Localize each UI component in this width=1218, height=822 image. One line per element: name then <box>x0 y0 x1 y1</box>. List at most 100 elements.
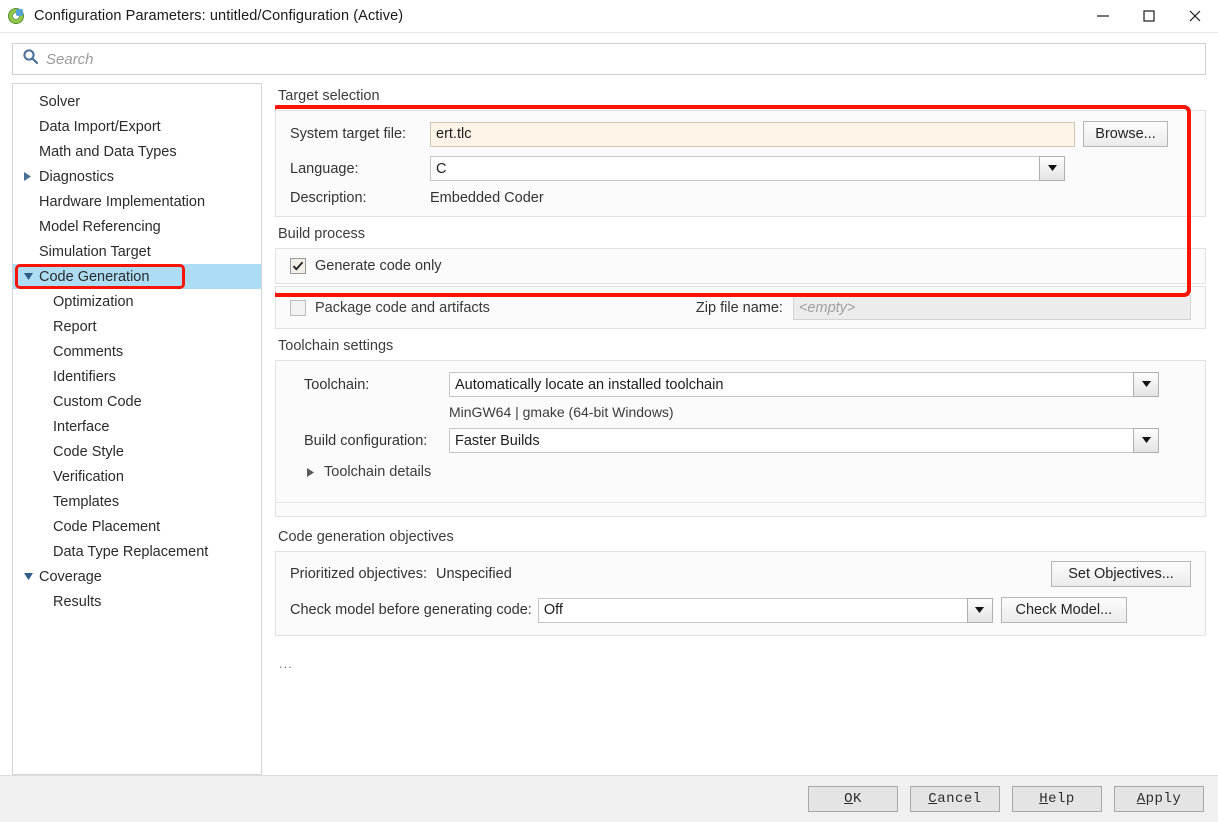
sidebar-item-label: Data Import/Export <box>39 118 161 135</box>
toolchain-value: Automatically locate an installed toolch… <box>449 372 1133 397</box>
browse-button[interactable]: Browse... <box>1083 121 1168 147</box>
close-icon[interactable] <box>1172 0 1218 32</box>
sidebar-item-label: Results <box>53 593 102 610</box>
check-model-value: Off <box>537 597 967 623</box>
build-configuration-combobox[interactable]: Faster Builds <box>449 428 1159 453</box>
toolchain-detail-text: MinGW64 | gmake (64-bit Windows) <box>449 404 674 420</box>
system-target-file-label: System target file: <box>290 126 407 142</box>
sidebar-item-code-style[interactable]: Code Style <box>13 439 261 464</box>
sidebar-item-code-placement[interactable]: Code Placement <box>13 514 261 539</box>
cancel-button[interactable]: Cancel <box>910 786 1000 812</box>
sidebar-item-code-generation[interactable]: Code Generation <box>13 264 261 289</box>
sidebar-item-label: Identifiers <box>53 368 116 385</box>
build-configuration-row: Build configuration: Faster Builds <box>276 428 1205 453</box>
sidebar-item-label: Templates <box>53 493 120 510</box>
sidebar-item-optimization[interactable]: Optimization <box>13 289 261 314</box>
sidebar-item-solver[interactable]: Solver <box>13 89 261 114</box>
sidebar-item-simulation-target[interactable]: Simulation Target <box>13 239 261 264</box>
package-code-panel: Package code and artifacts Zip file name… <box>275 286 1206 329</box>
language-label: Language: <box>290 160 359 177</box>
chevron-down-icon[interactable] <box>1133 372 1159 397</box>
sidebar-item-model-referencing[interactable]: Model Referencing <box>13 214 261 239</box>
sidebar-item-comments[interactable]: Comments <box>13 339 261 364</box>
chevron-down-icon[interactable] <box>1133 428 1159 453</box>
sidebar-item-verification[interactable]: Verification <box>13 464 261 489</box>
search-icon <box>22 48 39 70</box>
sidebar-item-results[interactable]: Results <box>13 589 261 614</box>
language-combobox[interactable]: C <box>430 156 1065 181</box>
code-generation-pane: Target selection System target file: Bro… <box>275 83 1206 775</box>
build-process-title: Build process <box>278 226 366 242</box>
sidebar-item-interface[interactable]: Interface <box>13 414 261 439</box>
sidebar-item-coverage[interactable]: Coverage <box>13 564 261 589</box>
ok-button[interactable]: OK <box>808 786 898 812</box>
sidebar-item-label: Custom Code <box>53 393 142 410</box>
title-bar: Configuration Parameters: untitled/Confi… <box>0 0 1218 33</box>
sidebar-item-label: Hardware Implementation <box>39 193 206 210</box>
set-objectives-button[interactable]: Set Objectives... <box>1051 561 1191 587</box>
window-title: Configuration Parameters: untitled/Confi… <box>34 8 404 24</box>
build-configuration-label: Build configuration: <box>304 432 428 449</box>
prioritized-objectives-label: Prioritized objectives: <box>290 566 427 582</box>
check-model-button[interactable]: Check Model... <box>1000 597 1127 623</box>
ok-mnemonic: O <box>844 791 853 807</box>
minimize-icon[interactable] <box>1080 0 1126 32</box>
chevron-down-icon[interactable] <box>21 572 35 581</box>
simulink-icon <box>7 7 25 25</box>
sidebar-item-label: Math and Data Types <box>39 143 177 160</box>
toolchain-combobox[interactable]: Automatically locate an installed toolch… <box>449 372 1159 397</box>
chevron-down-icon[interactable] <box>21 272 35 281</box>
sidebar-item-label: Optimization <box>53 293 134 310</box>
sidebar-item-identifiers[interactable]: Identifiers <box>13 364 261 389</box>
sidebar-item-report[interactable]: Report <box>13 314 261 339</box>
zip-file-name-input[interactable] <box>792 295 1191 320</box>
generate-code-only-checkbox[interactable] <box>290 258 306 274</box>
system-target-file-input[interactable] <box>430 121 1075 147</box>
sidebar-item-diagnostics[interactable]: Diagnostics <box>13 164 261 189</box>
generate-code-only-row[interactable]: Generate code only <box>276 258 1205 274</box>
chevron-right-icon[interactable] <box>21 172 35 181</box>
sidebar-item-label: Code Placement <box>53 518 161 535</box>
check-model-row: Check model before generating code: Off … <box>276 597 1205 623</box>
cancel-mnemonic: C <box>928 791 938 807</box>
sidebar-item-templates[interactable]: Templates <box>13 489 261 514</box>
settings-tree[interactable]: Solver Data Import/Export Math and Data Ty… <box>12 83 262 775</box>
code-generation-objectives-panel: Prioritized objectives: Unspecified Set … <box>275 551 1206 636</box>
sidebar-item-custom-code[interactable]: Custom Code <box>13 389 261 414</box>
package-code-checkbox[interactable] <box>290 299 306 316</box>
package-code-row: Package code and artifacts Zip file name… <box>276 295 1205 320</box>
toolchain-details-label: Toolchain details <box>324 464 432 480</box>
overflow-indicator: ... <box>279 656 293 671</box>
search-box[interactable] <box>12 43 1206 75</box>
sidebar-item-label: Data Type Replacement <box>53 543 209 560</box>
sidebar-item-data-type-replacement[interactable]: Data Type Replacement <box>13 539 261 564</box>
sidebar-item-data-import-export[interactable]: Data Import/Export <box>13 114 261 139</box>
help-mnemonic: H <box>1039 791 1049 807</box>
zip-file-name-label: Zip file name: <box>695 299 783 316</box>
toolchain-details-expander[interactable]: Toolchain details <box>276 464 1205 480</box>
toolchain-detail-row: MinGW64 | gmake (64-bit Windows) <box>276 404 1205 420</box>
apply-mnemonic: A <box>1136 791 1146 807</box>
check-model-combobox[interactable]: Off <box>537 597 993 623</box>
sidebar-item-label: Verification <box>53 468 124 485</box>
sidebar-item-label: Simulation Target <box>39 243 151 260</box>
chevron-down-icon[interactable] <box>966 597 993 623</box>
language-row: Language: C <box>276 156 1205 181</box>
target-selection-title: Target selection <box>278 88 380 104</box>
maximize-icon[interactable] <box>1126 0 1172 32</box>
toolchain-panel-divider <box>276 502 1205 503</box>
generate-code-only-label: Generate code only <box>315 258 442 274</box>
apply-button[interactable]: Apply <box>1114 786 1204 812</box>
chevron-down-icon[interactable] <box>1039 156 1065 181</box>
sidebar-item-math-and-data-types[interactable]: Math and Data Types <box>13 139 261 164</box>
sidebar-item-hardware-implementation[interactable]: Hardware Implementation <box>13 189 261 214</box>
toolchain-label: Toolchain: <box>304 376 370 393</box>
help-rest: elp <box>1048 791 1075 807</box>
package-code-checkbox-group[interactable]: Package code and artifacts <box>290 299 490 316</box>
system-target-file-row: System target file: Browse... <box>276 121 1205 147</box>
search-input[interactable] <box>46 50 1197 68</box>
prioritized-objectives-row: Prioritized objectives: Unspecified Set … <box>276 561 1205 587</box>
help-button[interactable]: Help <box>1012 786 1102 812</box>
description-label: Description: <box>290 190 367 206</box>
dialog-footer: OK Cancel Help Apply <box>0 775 1218 822</box>
